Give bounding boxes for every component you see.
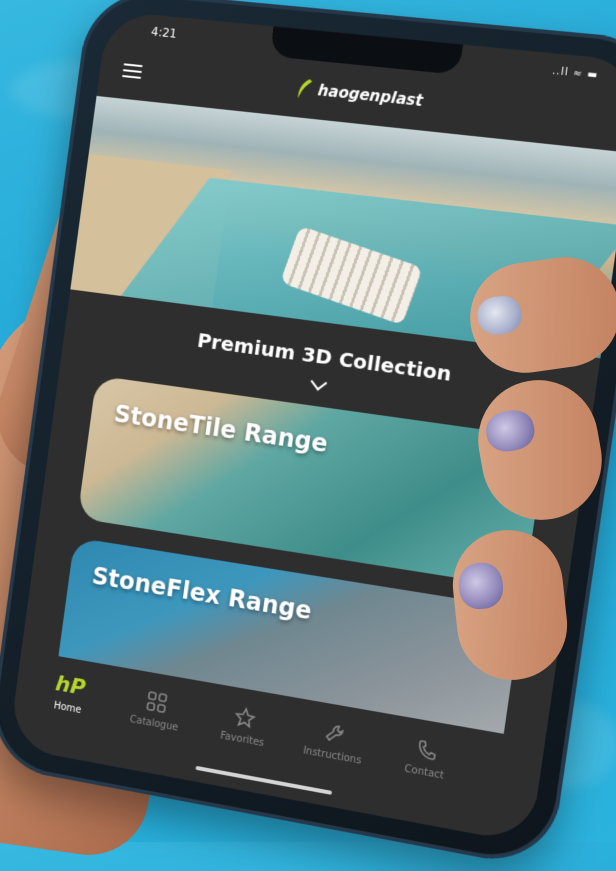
tab-favorites[interactable]: Favorites [198,699,291,753]
tab-label: Instructions [302,745,362,767]
brand-logo: haogenplast [295,77,424,112]
status-time: 4:21 [150,24,178,41]
hamburger-menu-icon[interactable] [121,63,143,82]
range-label: StoneTile Range [112,399,330,459]
tab-contact[interactable]: Contact [378,731,475,786]
range-label: StoneFlex Range [90,562,314,626]
leaf-logo-icon [298,79,313,99]
tab-label: Favorites [219,730,265,750]
grid-icon [145,690,169,715]
brand-name: haogenplast [316,81,424,111]
tab-catalogue[interactable]: Catalogue [111,684,202,737]
tab-home[interactable]: hP Home [25,669,114,721]
tab-label: Contact [403,763,445,782]
star-icon [233,705,257,730]
tab-label: Catalogue [129,714,179,734]
tab-instructions[interactable]: Instructions [287,715,381,769]
phone-icon [415,737,440,763]
chevron-down-icon[interactable] [310,373,328,391]
hp-logo-icon: hP [54,671,87,701]
wrench-icon [323,721,348,747]
tab-label: Home [53,700,82,717]
status-icons: ..ll ≈ ▬ [551,65,600,82]
